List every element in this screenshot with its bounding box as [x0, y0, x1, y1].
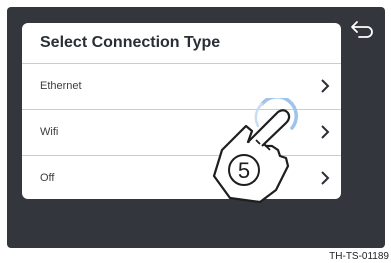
device-screen: Select Connection Type Ethernet Wifi Off	[7, 7, 385, 248]
step-number: 5	[238, 158, 250, 183]
option-label: Off	[40, 172, 55, 184]
chevron-right-icon	[321, 171, 330, 185]
chevron-right-icon	[321, 125, 330, 139]
option-label: Wifi	[40, 126, 59, 138]
chevron-right-icon	[321, 79, 330, 93]
figure-caption: TH-TS-01189	[329, 251, 389, 262]
tap-hand-icon: 5	[212, 98, 298, 204]
option-label: Ethernet	[40, 80, 82, 92]
back-arrow-icon[interactable]	[349, 19, 375, 41]
panel-title: Select Connection Type	[40, 34, 221, 51]
